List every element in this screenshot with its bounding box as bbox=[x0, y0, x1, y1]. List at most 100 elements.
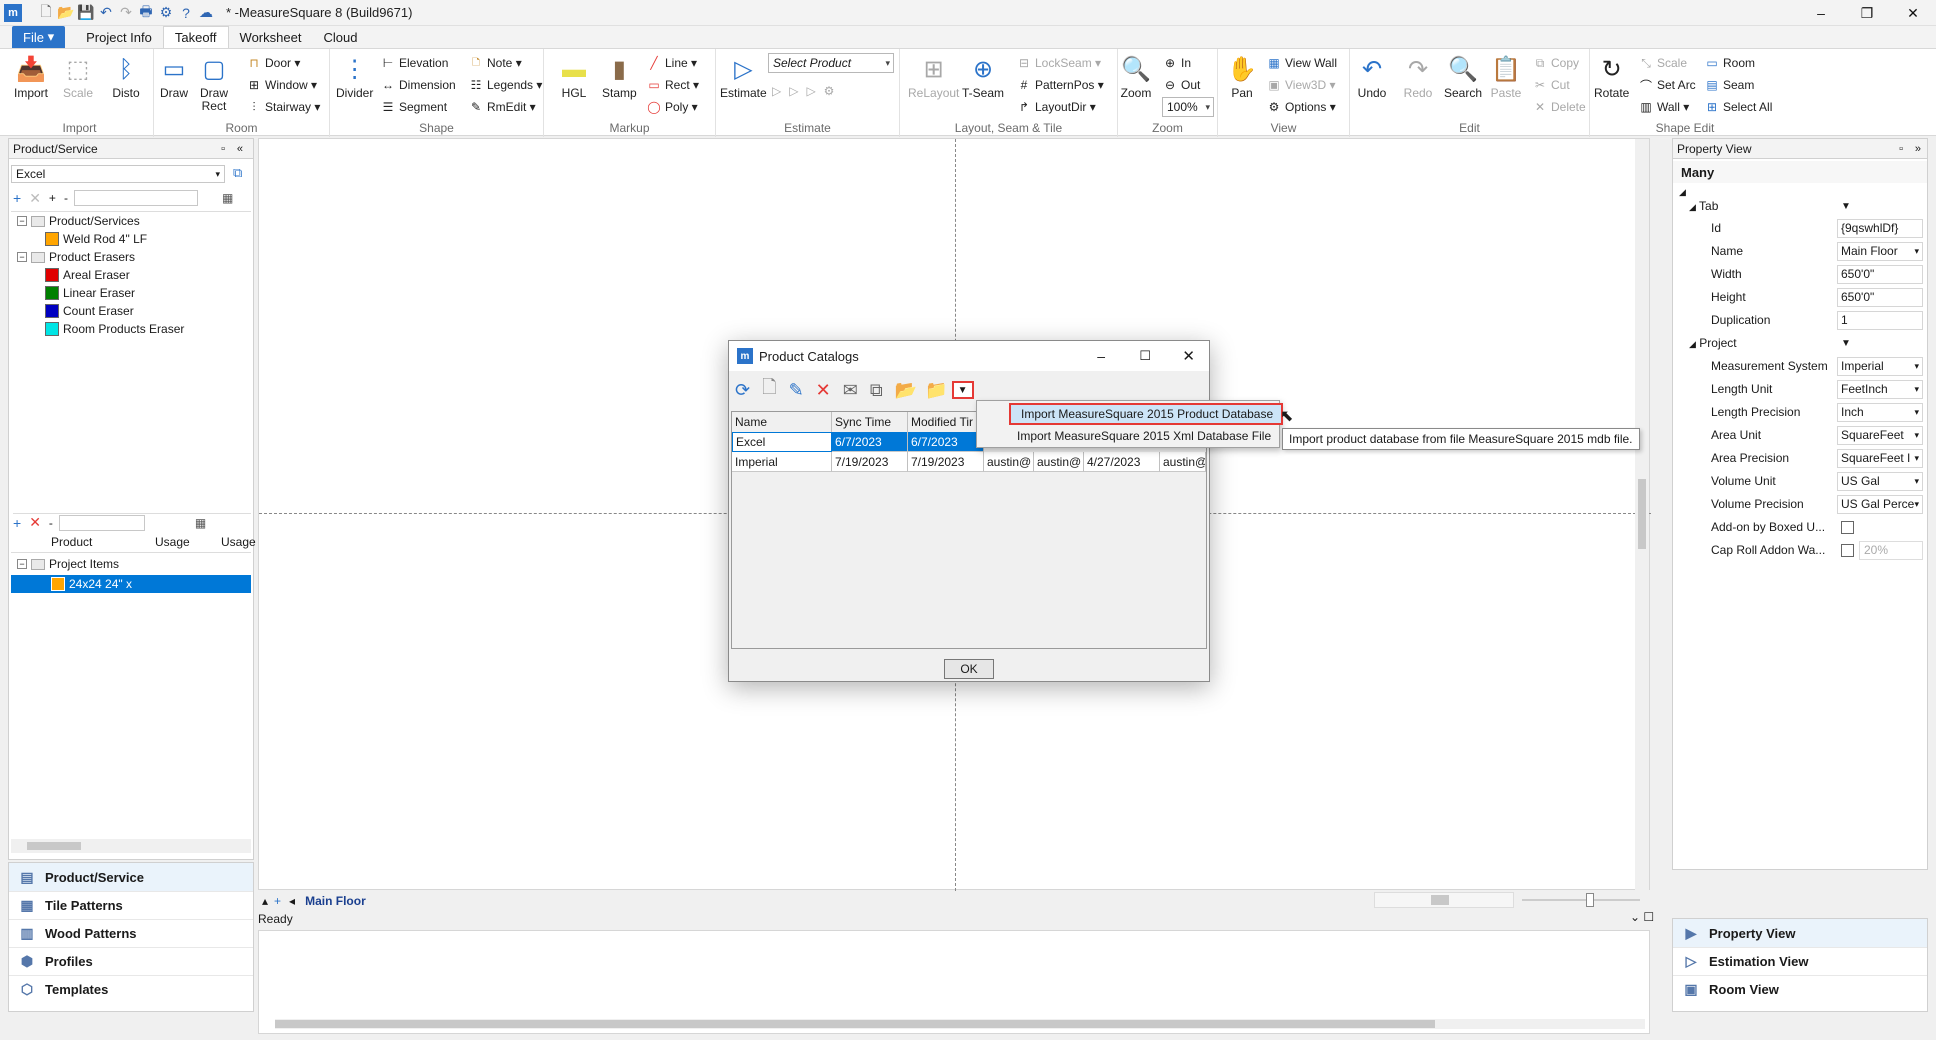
restore-button[interactable]: ❐ bbox=[1844, 0, 1890, 26]
window-button[interactable]: ⊞ Window ▾ bbox=[246, 75, 317, 95]
note-button[interactable]: 🗅 Note ▾ bbox=[468, 53, 522, 73]
cut-button[interactable]: ✂ Cut bbox=[1532, 75, 1570, 95]
dialog-maximize-button[interactable]: ☐ bbox=[1139, 348, 1151, 364]
collapse-all-icon[interactable]: - bbox=[64, 191, 68, 205]
prop-duplication[interactable]: Duplication 1 bbox=[1673, 309, 1925, 331]
redo-quick-icon[interactable]: ↷ bbox=[116, 3, 136, 23]
addon-checkbox[interactable] bbox=[1841, 520, 1854, 534]
line-button[interactable]: ╱ Line ▾ bbox=[646, 53, 697, 73]
expand-all-icon[interactable]: + bbox=[49, 191, 56, 205]
panel-toggle-icons[interactable]: ⌄ ☐ bbox=[1630, 910, 1654, 924]
tree-folder-product-erasers[interactable]: − Product Erasers bbox=[11, 248, 251, 266]
usage-search-input[interactable] bbox=[58, 514, 145, 531]
zoom-in-button[interactable]: ⊕ In bbox=[1162, 53, 1191, 73]
menu-import-xml-database[interactable]: Import MeasureSquare 2015 Xml Database F… bbox=[979, 425, 1277, 447]
category-project[interactable]: ◢ Project ▼ bbox=[1673, 332, 1925, 354]
draw-rect-button[interactable]: ▢ Draw Rect bbox=[198, 53, 230, 113]
tree-item[interactable]: Count Eraser bbox=[11, 302, 251, 320]
project-item-selected[interactable]: 24x24 24" x bbox=[11, 575, 251, 593]
paste-button[interactable]: 📋 Paste bbox=[1490, 53, 1522, 100]
import-button[interactable]: 📥 Import bbox=[14, 53, 48, 100]
collapse-icon[interactable]: « bbox=[237, 143, 243, 155]
remove-usage-icon[interactable]: ✕ bbox=[29, 514, 41, 531]
tree-item[interactable]: Weld Rod 4" LF bbox=[11, 230, 251, 248]
float-icon[interactable]: ▫ bbox=[1899, 143, 1903, 155]
catalog-row-imperial[interactable]: Imperial 7/19/2023 7/19/2023 austin@ aus… bbox=[732, 452, 1206, 472]
nav-product-service[interactable]: ▤ Product/Service bbox=[9, 863, 253, 891]
menu-import-product-database[interactable]: Import MeasureSquare 2015 Product Databa… bbox=[1009, 403, 1283, 425]
category-tab[interactable]: ◢ Tab ▼ bbox=[1673, 195, 1925, 217]
stamp-button[interactable]: ▮ Stamp bbox=[602, 53, 637, 100]
canvas-h-scrollbar[interactable] bbox=[1374, 892, 1514, 908]
scale-edit-button[interactable]: ⤡ Scale bbox=[1638, 53, 1687, 73]
zoom-slider[interactable] bbox=[1522, 893, 1640, 907]
expand-icon[interactable]: » bbox=[1915, 143, 1921, 155]
prop-id[interactable]: Id {9qswhlDf} bbox=[1673, 217, 1925, 239]
nav-property-view[interactable]: ▶ Property View bbox=[1673, 919, 1927, 947]
new-file-icon[interactable]: 🗋 bbox=[36, 3, 56, 23]
patternpos-button[interactable]: # PatternPos ▾ bbox=[1016, 75, 1104, 95]
ok-button[interactable]: OK bbox=[944, 659, 994, 679]
select-product-dropdown[interactable]: Select Product ▾ bbox=[768, 53, 894, 73]
legends-button[interactable]: ☷ Legends ▾ bbox=[468, 75, 543, 95]
nav-templates[interactable]: ⬡ Templates bbox=[9, 975, 253, 1003]
float-icon[interactable]: ▫ bbox=[221, 143, 225, 155]
undo-quick-icon[interactable]: ↶ bbox=[96, 3, 116, 23]
save-icon[interactable]: 💾 bbox=[76, 3, 96, 23]
col-name[interactable]: Name bbox=[732, 412, 832, 432]
edit-icon[interactable]: ✎ bbox=[789, 380, 804, 401]
pan-button[interactable]: ✋ Pan bbox=[1226, 53, 1258, 100]
scroll-left-icon[interactable]: ◂ bbox=[289, 894, 295, 908]
copy-catalog-icon[interactable]: ⧉ bbox=[870, 380, 883, 401]
copy-button[interactable]: ⧉ Copy bbox=[1532, 53, 1579, 73]
cloud-icon[interactable]: ☁ bbox=[196, 3, 216, 23]
col-usage-2[interactable]: Usage bbox=[221, 535, 256, 549]
zoom-button[interactable]: 🔍 Zoom bbox=[1120, 53, 1152, 100]
usage-grid-icon[interactable]: ▦ bbox=[195, 516, 206, 530]
prop-cap-roll[interactable]: Cap Roll Addon Wa... 20% bbox=[1673, 539, 1925, 561]
zoom-level-dropdown[interactable]: 100% ▾ bbox=[1162, 97, 1214, 117]
tree-item[interactable]: Room Products Eraser bbox=[11, 320, 251, 338]
nav-wood-patterns[interactable]: ▥ Wood Patterns bbox=[9, 919, 253, 947]
tree-item[interactable]: Areal Eraser bbox=[11, 266, 251, 284]
tab-worksheet[interactable]: Worksheet bbox=[229, 26, 313, 48]
draw-button[interactable]: ▭ Draw bbox=[158, 53, 190, 100]
add-usage-icon[interactable]: + bbox=[13, 515, 21, 531]
layoutdir-button[interactable]: ↱ LayoutDir ▾ bbox=[1016, 97, 1096, 117]
import-dropdown-button[interactable]: ▼ bbox=[951, 381, 974, 399]
prop-height[interactable]: Height 650'0" bbox=[1673, 286, 1925, 308]
nav-profiles[interactable]: ⬢ Profiles bbox=[9, 947, 253, 975]
options-button[interactable]: ⚙ Options ▾ bbox=[1266, 97, 1336, 117]
help-icon[interactable]: ? bbox=[176, 3, 196, 23]
email-icon[interactable]: ✉ bbox=[843, 380, 858, 401]
filter-icon[interactable]: ▼ bbox=[1841, 201, 1851, 212]
dimension-button[interactable]: ↔ Dimension bbox=[380, 75, 456, 95]
col-modified-time[interactable]: Modified Tir bbox=[908, 412, 984, 432]
refresh-icon[interactable]: ⟳ bbox=[735, 380, 750, 401]
rmedit-button[interactable]: ✎ RmEdit ▾ bbox=[468, 97, 536, 117]
scale-button[interactable]: ⬚ Scale bbox=[62, 53, 94, 100]
col-sync-time[interactable]: Sync Time bbox=[832, 412, 908, 432]
import-folder-icon[interactable]: 📂 bbox=[895, 380, 917, 401]
nav-room-view[interactable]: ▣ Room View bbox=[1673, 975, 1927, 1003]
print-icon[interactable]: 🖶 bbox=[136, 3, 156, 23]
elevation-button[interactable]: ⊢ Elevation bbox=[380, 53, 449, 73]
nav-estimation-view[interactable]: ▷ Estimation View bbox=[1673, 947, 1927, 975]
output-h-scrollbar[interactable] bbox=[275, 1019, 1645, 1029]
tab-project-info[interactable]: Project Info bbox=[75, 26, 163, 48]
room-select-button[interactable]: ▭ Room bbox=[1704, 53, 1755, 73]
prev-floor-icon[interactable]: ▴ bbox=[262, 894, 268, 908]
cap-roll-value[interactable]: 20% bbox=[1859, 540, 1923, 560]
wall-button[interactable]: ▥ Wall ▾ bbox=[1638, 97, 1689, 117]
remove-icon[interactable]: ✕ bbox=[29, 190, 41, 207]
rotate-button[interactable]: ↻ Rotate bbox=[1594, 53, 1629, 100]
prop-volume-precision[interactable]: Volume Precision US Gal Perce ▾ bbox=[1673, 493, 1925, 515]
minimize-button[interactable]: – bbox=[1798, 0, 1844, 26]
view3d-button[interactable]: ▣ View3D ▾ bbox=[1266, 75, 1335, 95]
prop-width[interactable]: Width 650'0" bbox=[1673, 263, 1925, 285]
grid-view-icon[interactable]: ▦ bbox=[222, 191, 233, 205]
export-folder-icon[interactable]: 📁 bbox=[925, 380, 947, 401]
filter-icon[interactable]: ▼ bbox=[1841, 338, 1851, 349]
prop-area-precision[interactable]: Area Precision SquareFeet I ▾ bbox=[1673, 447, 1925, 469]
add-floor-icon[interactable]: + bbox=[274, 894, 281, 908]
